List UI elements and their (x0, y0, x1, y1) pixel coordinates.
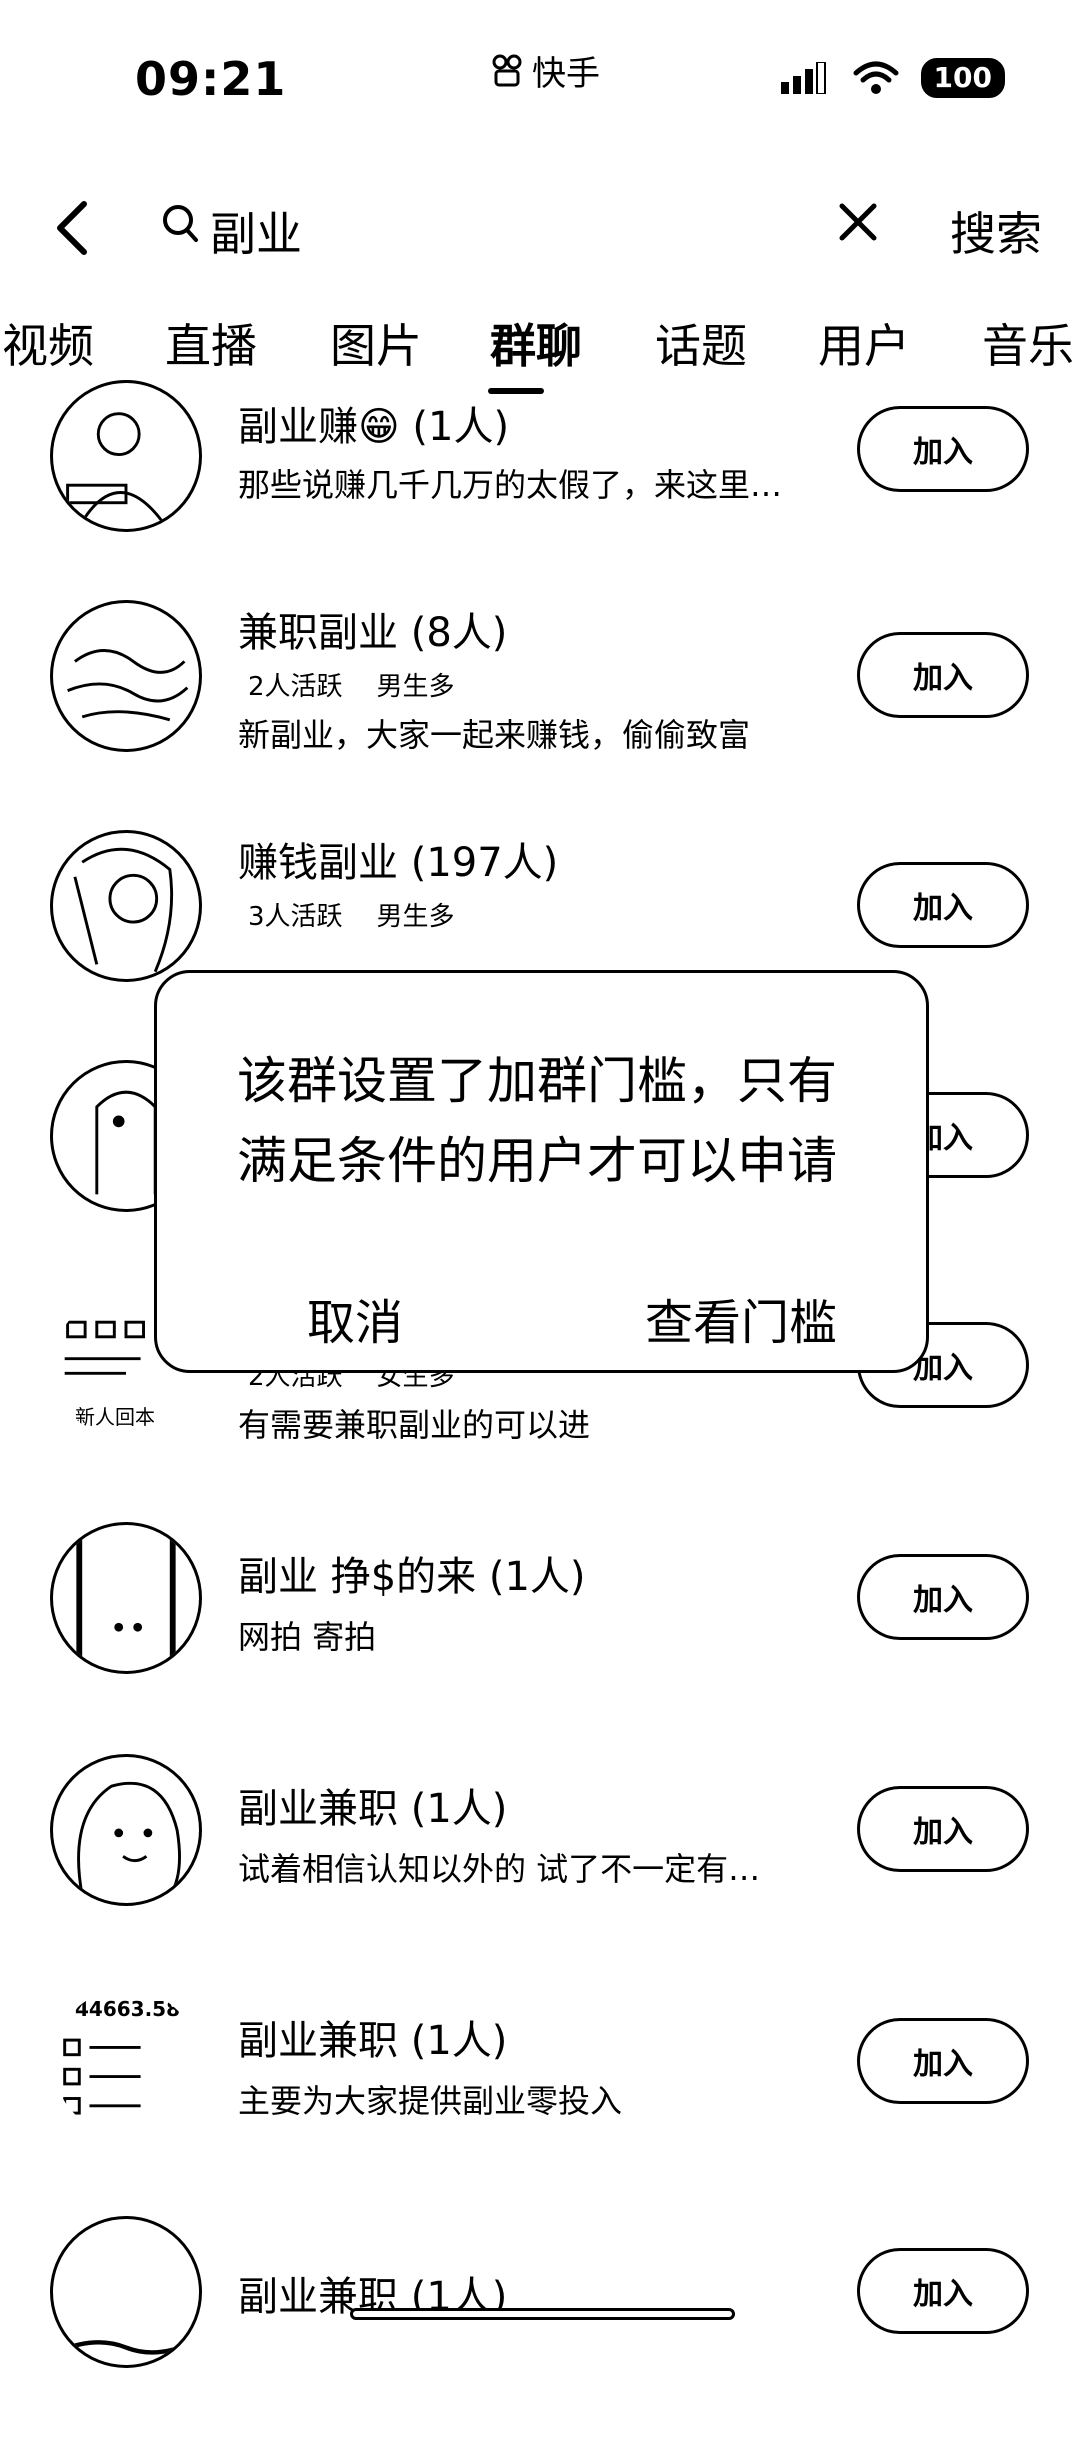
search-icon (163, 205, 198, 242)
tab-users[interactable]: 用户 (818, 310, 910, 376)
group-description: 试着相信认知以外的 试了不一定有… (238, 1850, 761, 1888)
battery-indicator: 100 (920, 58, 1005, 98)
avatar (50, 1754, 202, 1906)
status-bar: 09:21 快手 100 (0, 0, 1080, 150)
avatar (50, 1522, 202, 1674)
list-item[interactable]: 副业兼职 (1人) 加入 (0, 2216, 1080, 2448)
group-description: 新副业，大家一起来赚钱，偷偷致富 (238, 716, 751, 754)
active-count-tag: 2人活跃 (248, 672, 343, 702)
join-button[interactable]: 加入 (857, 2018, 1029, 2104)
app-badge: 快手 (490, 46, 600, 95)
avatar: 44663.58 (50, 1986, 202, 2138)
join-button[interactable]: 加入 (857, 2248, 1029, 2334)
group-title: 副业兼职 (1人) (238, 2018, 508, 2064)
avatar (50, 830, 202, 982)
kuaishou-logo-icon (492, 54, 522, 86)
group-title: 副业赚😁 (1人) (238, 404, 510, 450)
join-threshold-dialog: 该群设置了加群门槛，只有满足条件的用户才可以申请 取消 查看门槛 (154, 970, 929, 1373)
group-title: 兼职副业 (8人) (238, 610, 508, 656)
wifi-icon (853, 61, 899, 94)
group-description: 有需要兼职副业的可以进 (238, 1406, 591, 1444)
clear-search-icon[interactable] (838, 202, 878, 242)
active-count-tag: 3人活跃 (248, 902, 343, 932)
system-icons: 100 (780, 58, 1005, 98)
group-description: 那些说赚几千几万的太假了，来这里… (238, 466, 783, 504)
join-button[interactable]: 加入 (857, 1554, 1029, 1640)
search-input[interactable]: 副业 (210, 198, 302, 264)
list-item[interactable]: 44663.58 副业兼职 (1人) 主要为大家提供副业零投入 加入 (0, 1986, 1080, 2218)
avatar (50, 380, 202, 532)
search-bar: 副业 搜索 (0, 180, 1080, 280)
tab-video[interactable]: 视频 (2, 310, 94, 376)
group-description: 主要为大家提供副业零投入 (238, 2082, 623, 2120)
avatar-caption: 44663.58 (75, 1997, 181, 2021)
list-item[interactable]: 副业 挣$的来 (1人) 网拍 寄拍 加入 (0, 1522, 1080, 1754)
tab-music[interactable]: 音乐 (982, 310, 1074, 376)
avatar (50, 2216, 202, 2368)
group-title: 赚钱副业 (197人) (238, 840, 559, 886)
join-button[interactable]: 加入 (857, 1786, 1029, 1872)
tab-group-chat[interactable]: 群聊 (490, 310, 582, 376)
tab-topics[interactable]: 话题 (655, 310, 747, 376)
home-indicator[interactable] (350, 2308, 735, 2320)
gender-tag: 男生多 (376, 902, 455, 932)
list-item[interactable]: 副业赚😁 (1人) 那些说赚几千几万的太假了，来这里… 加入 (0, 380, 1080, 612)
dialog-message: 该群设置了加群门槛，只有满足条件的用户才可以申请 (237, 1052, 837, 1190)
category-tabs: 视频 直播 图片 群聊 话题 用户 音乐 (0, 310, 1080, 394)
view-threshold-button[interactable]: 查看门槛 (645, 1283, 837, 1353)
cellular-signal-icon (780, 62, 826, 94)
gender-tag: 男生多 (376, 672, 455, 702)
list-item[interactable]: 副业兼职 (1人) 试着相信认知以外的 试了不一定有… 加入 (0, 1754, 1080, 1986)
back-arrow-icon[interactable] (50, 198, 94, 258)
group-title: 副业兼职 (1人) (238, 1786, 508, 1832)
tab-live[interactable]: 直播 (165, 310, 257, 376)
group-tags: 3人活跃 男生多 (248, 896, 455, 933)
cancel-button[interactable]: 取消 (307, 1283, 403, 1353)
avatar (50, 600, 202, 752)
group-title: 副业 挣$的来 (1人) (238, 1554, 586, 1600)
list-item[interactable]: 兼职副业 (8人) 2人活跃 男生多 新副业，大家一起来赚钱，偷偷致富 加入 (0, 600, 1080, 832)
app-name: 快手 (532, 54, 600, 94)
group-tags: 2人活跃 男生多 (248, 666, 455, 703)
group-description: 网拍 寄拍 (238, 1618, 377, 1656)
join-button[interactable]: 加入 (857, 862, 1029, 948)
join-button[interactable]: 加入 (857, 406, 1029, 492)
status-time: 09:21 (135, 52, 287, 106)
join-button[interactable]: 加入 (857, 632, 1029, 718)
avatar-caption: 新人回本 (75, 1405, 155, 1429)
tab-images[interactable]: 图片 (330, 310, 422, 376)
search-button[interactable]: 搜索 (950, 198, 1042, 264)
